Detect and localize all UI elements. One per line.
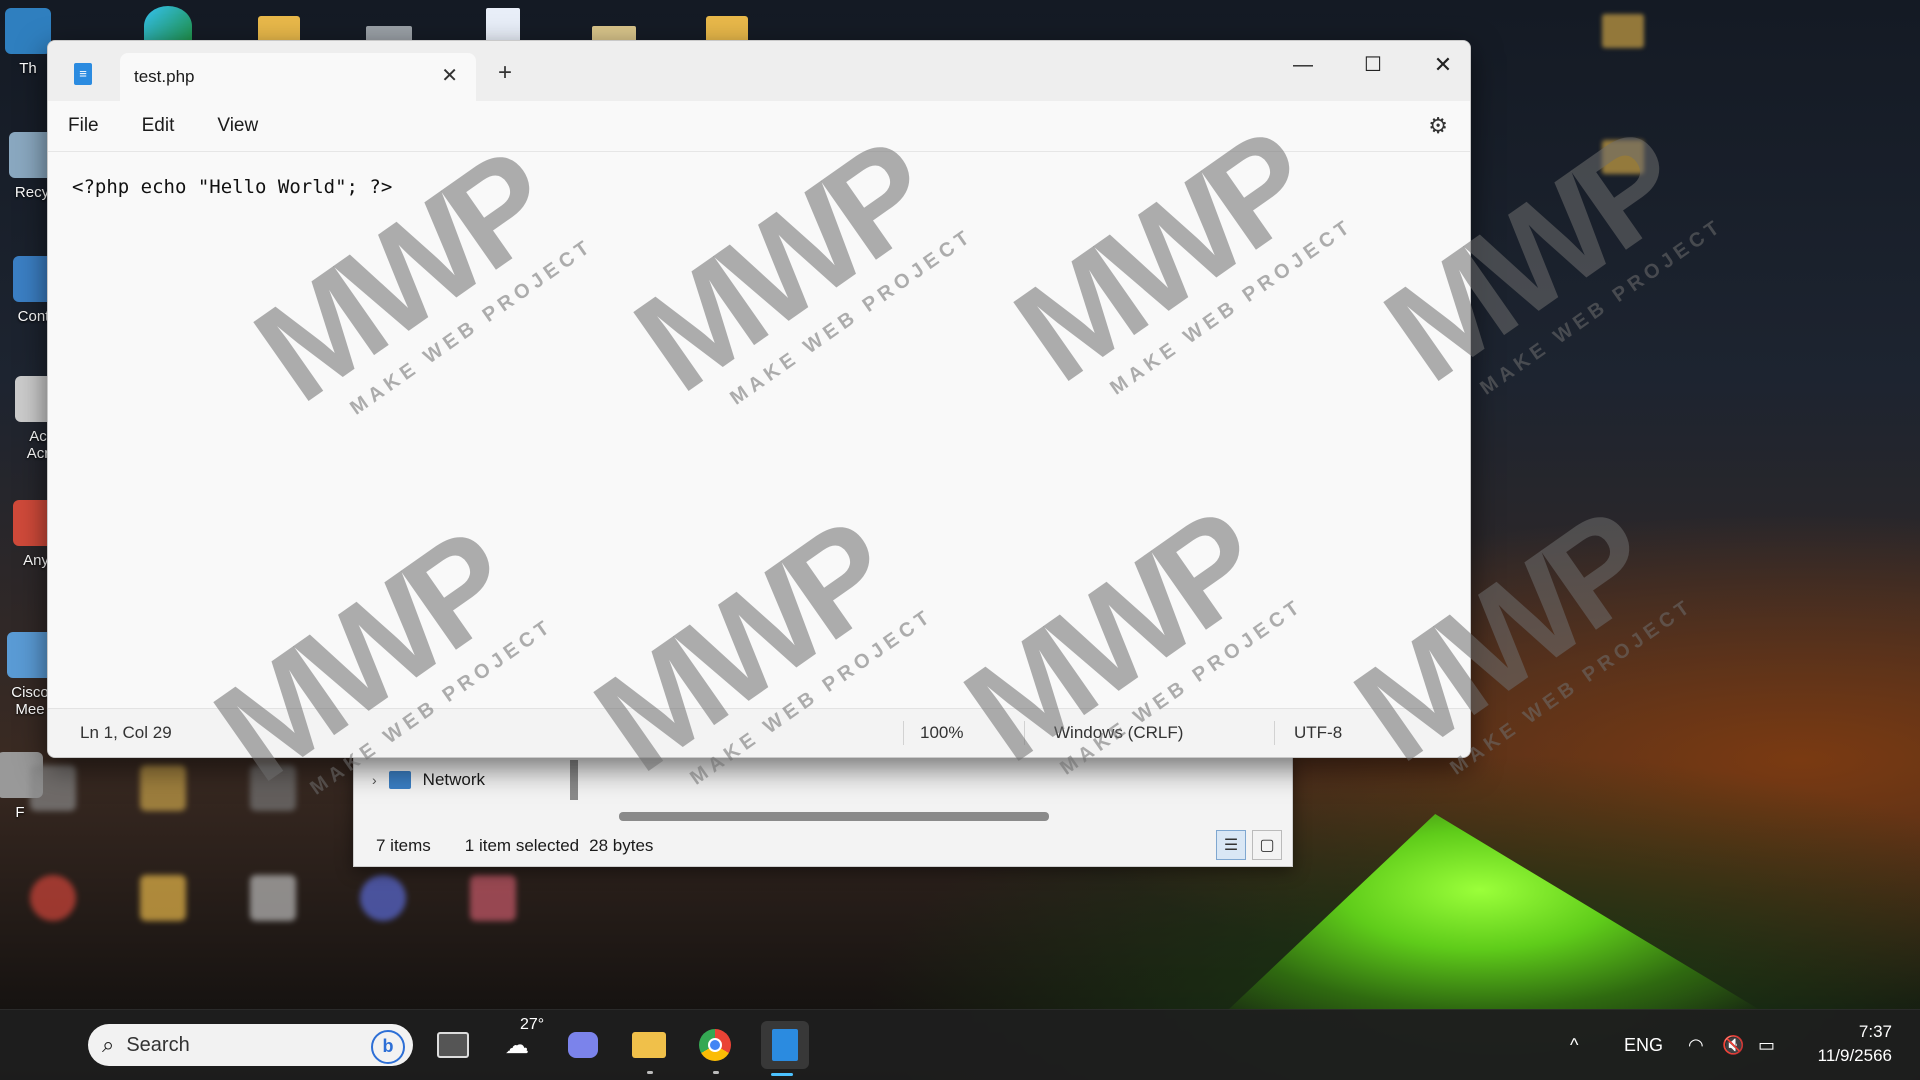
chrome-icon[interactable] [694, 1024, 736, 1066]
new-tab-plus-icon[interactable]: + [498, 59, 512, 87]
notepad-app-icon: ≡ [74, 63, 92, 85]
pc-icon [5, 8, 51, 54]
show-hidden-icons-chevron-up-icon[interactable]: ^ [1570, 1010, 1578, 1080]
zoom-level[interactable]: 100% [920, 723, 963, 743]
cursor-position: Ln 1, Col 29 [80, 723, 172, 742]
close-window-icon[interactable]: ✕ [1418, 45, 1468, 85]
nav-item-label: Network [422, 770, 486, 789]
watermark-tagline: MAKE WEB PROJECT [1476, 214, 1728, 400]
wifi-icon[interactable]: ◠ [1688, 1010, 1704, 1080]
notepad-status-bar: Ln 1, Col 29 100% Windows (CRLF) UTF-8 [48, 708, 1470, 757]
line-ending[interactable]: Windows (CRLF) [1054, 723, 1183, 743]
nav-item-network[interactable]: › Network [372, 770, 485, 790]
clock-time: 7:37 [1858, 1022, 1892, 1041]
start-windows-icon[interactable] [28, 1027, 63, 1062]
status-separator [1024, 721, 1025, 745]
search-placeholder: Search [126, 1033, 190, 1056]
input-language[interactable]: ENG [1624, 1010, 1663, 1080]
editor-content[interactable]: <?php echo "Hello World"; ?> [72, 176, 392, 198]
status-separator [903, 721, 904, 745]
file-explorer-icon[interactable] [628, 1024, 670, 1066]
volume-muted-icon[interactable]: 🔇 [1722, 1010, 1744, 1080]
details-view-icon[interactable]: ☰ [1216, 830, 1246, 860]
active-app-indicator [771, 1073, 793, 1076]
settings-gear-icon[interactable]: ⚙ [1428, 113, 1448, 139]
notepad-window[interactable]: ≡ test.php ✕ + — ☐ ✕ File Edit View ⚙ <?… [47, 40, 1471, 758]
taskbar-clock[interactable]: 7:37 11/9/2566 [1818, 1020, 1892, 1068]
search-icon: ⌕ [102, 1032, 115, 1057]
encoding[interactable]: UTF-8 [1294, 723, 1342, 743]
close-tab-icon[interactable]: ✕ [441, 63, 458, 88]
teams-chat-icon[interactable] [562, 1024, 604, 1066]
text-editor[interactable]: <?php echo "Hello World"; ?> [48, 152, 1470, 709]
menu-view[interactable]: View [217, 107, 279, 145]
large-icons-view-icon[interactable]: ▢ [1252, 830, 1282, 860]
desktop-icon-folder-right-2[interactable] [1602, 140, 1644, 174]
network-icon [388, 771, 411, 789]
bing-icon[interactable]: b [371, 1030, 405, 1064]
battery-icon[interactable]: ▭ [1758, 1010, 1775, 1080]
taskbar-search[interactable]: ⌕ Search b [88, 1024, 413, 1066]
clock-date: 11/9/2566 [1817, 1046, 1892, 1065]
items-count: 7 items [376, 836, 431, 855]
menu-file[interactable]: File [68, 107, 120, 145]
tab-title: test.php [134, 67, 195, 86]
selection-size: 28 bytes [589, 836, 654, 855]
file-explorer-window[interactable]: › Network 7 items 1 item selected 28 byt… [353, 755, 1293, 867]
horizontal-scrollbar[interactable] [619, 812, 1049, 821]
chevron-right-icon[interactable]: › [372, 772, 377, 788]
menu-bar: File Edit View ⚙ [48, 101, 1470, 152]
desktop-icon-folder-right-1[interactable] [1602, 14, 1644, 48]
maximize-icon[interactable]: ☐ [1348, 45, 1398, 85]
title-bar[interactable]: ≡ test.php ✕ + — ☐ ✕ [48, 41, 1470, 101]
minimize-icon[interactable]: — [1278, 45, 1328, 85]
weather-temp: 27° [520, 1016, 545, 1033]
taskbar: ⌕ Search b ☁ 27° ^ ENG ◠ 🔇 ▭ 7:37 11/9/2… [0, 1009, 1920, 1080]
tab-test-php[interactable]: test.php ✕ [120, 53, 476, 101]
status-separator [1274, 721, 1275, 745]
running-indicator [647, 1071, 653, 1074]
task-view-icon[interactable] [432, 1024, 474, 1066]
view-toggle: ☰ ▢ [1216, 830, 1282, 860]
watermark-tagline: MAKE WEB PROJECT [1446, 594, 1698, 780]
menu-edit[interactable]: Edit [142, 107, 196, 145]
running-indicator [713, 1071, 719, 1074]
pane-divider[interactable] [570, 760, 578, 800]
notepad-taskbar-icon[interactable] [761, 1021, 809, 1069]
selection-count: 1 item selected [464, 836, 580, 855]
explorer-status-bar: 7 items 1 item selected 28 bytes [376, 836, 653, 856]
